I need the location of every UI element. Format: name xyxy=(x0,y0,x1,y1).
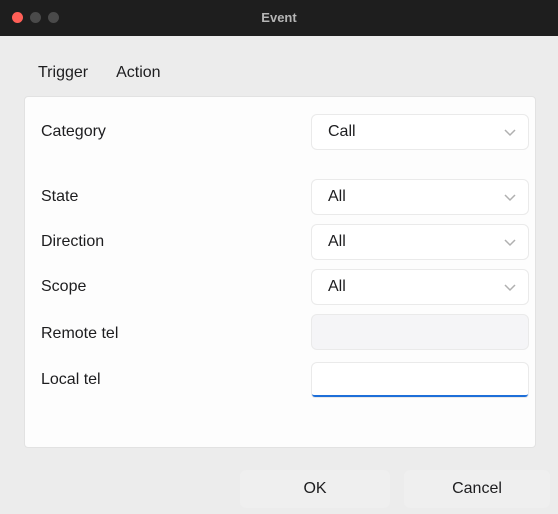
tab-bar: Trigger Action xyxy=(38,64,161,86)
scope-value: All xyxy=(328,278,346,295)
scope-select[interactable]: All xyxy=(312,270,528,304)
chevron-down-icon xyxy=(504,225,516,259)
category-value: Call xyxy=(328,123,356,140)
state-value: All xyxy=(328,188,346,205)
ok-button[interactable]: OK xyxy=(240,470,390,508)
tab-trigger[interactable]: Trigger xyxy=(38,64,88,86)
direction-select[interactable]: All xyxy=(312,225,528,259)
title-bar: Event xyxy=(0,0,558,36)
scope-label: Scope xyxy=(41,278,87,295)
category-label: Category xyxy=(41,123,106,140)
direction-value: All xyxy=(328,233,346,250)
remote-tel-label: Remote tel xyxy=(41,325,119,342)
chevron-down-icon xyxy=(504,180,516,214)
remote-tel-input[interactable] xyxy=(312,315,528,349)
chevron-down-icon xyxy=(504,270,516,304)
window-title: Event xyxy=(261,10,297,25)
state-select[interactable]: All xyxy=(312,180,528,214)
chevron-down-icon xyxy=(504,115,516,149)
state-label: State xyxy=(41,188,79,205)
category-select[interactable]: Call xyxy=(312,115,528,149)
cancel-button[interactable]: Cancel xyxy=(404,470,550,508)
direction-label: Direction xyxy=(41,233,105,250)
tab-action[interactable]: Action xyxy=(116,64,160,86)
local-tel-input[interactable] xyxy=(312,363,528,397)
local-tel-label: Local tel xyxy=(41,371,101,388)
